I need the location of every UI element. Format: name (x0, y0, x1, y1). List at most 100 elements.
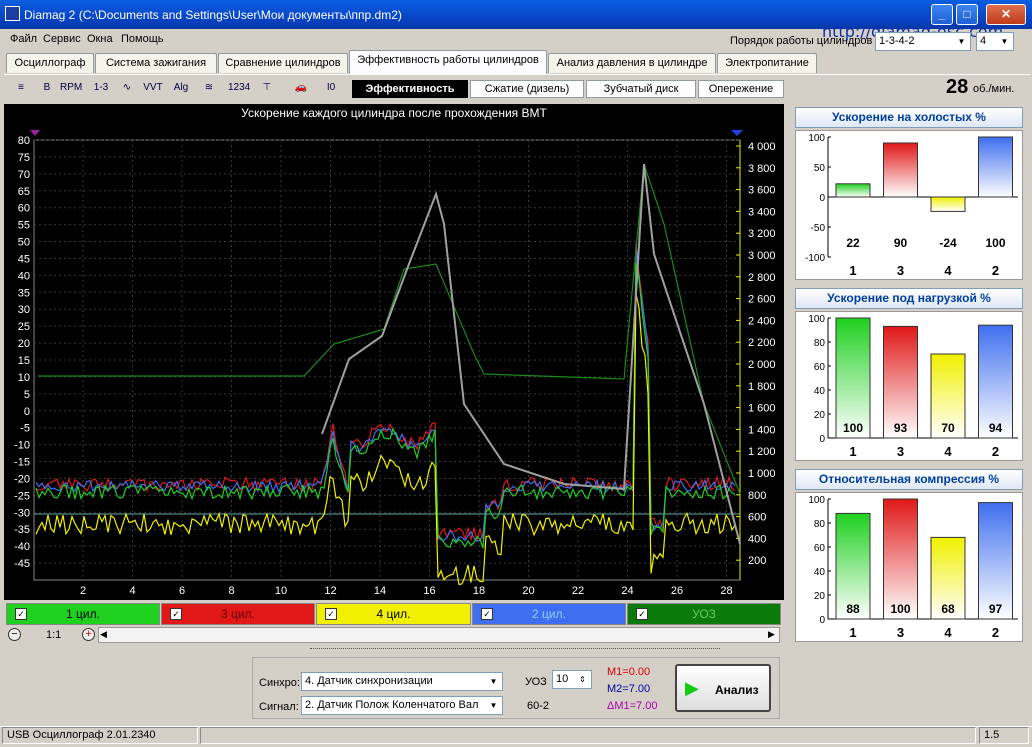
bar-cyl-1 (835, 317, 871, 439)
algorithm-tool-icon[interactable]: Alg (170, 78, 192, 98)
channel-1-toggle[interactable]: ✓ 1 цил. (6, 603, 160, 625)
right-tick-label: 1 600 (748, 403, 776, 415)
menu-file[interactable]: Файл (10, 33, 37, 45)
left-tick-label: -25 (14, 490, 30, 502)
firing-order-tool-icon[interactable]: 1-3 (90, 78, 112, 98)
subtab-advance[interactable]: Опережение (698, 80, 784, 98)
checkbox-icon[interactable]: ✓ (636, 608, 648, 620)
bar-y-tick: 60 (814, 362, 826, 373)
stepper-icon[interactable]: ⇕ (576, 673, 589, 686)
subtab-diesel-compression[interactable]: Сжатие (дизель) (470, 80, 584, 98)
cursor-tool-icon[interactable]: ≡ (10, 78, 32, 98)
window-title: Diamag 2 (C:\Documents and Settings\User… (24, 8, 402, 22)
tab-ignition[interactable]: Система зажигания (95, 53, 217, 73)
tab-cylinder-compare[interactable]: Сравнение цилиндров (218, 53, 348, 73)
channel-2-toggle[interactable]: ✓ 2 цил. (472, 603, 626, 625)
bar-value-label: 100 (985, 236, 1005, 250)
analyze-button[interactable]: ▶ Анализ (675, 664, 771, 712)
tab-oscilloscope[interactable]: Осциллограф (6, 53, 94, 73)
horizontal-scrollbar[interactable] (98, 627, 780, 643)
x-tick-label: 2 (80, 585, 86, 597)
right-tick-label: 2 600 (748, 294, 776, 306)
menu-help[interactable]: Помощь (121, 33, 164, 45)
right-tick-label: 3 000 (748, 250, 776, 262)
idle-accel-svg: 100 50 0 -50 -100 22 1 90 3 -24 4 100 2 (805, 133, 1018, 278)
right-tick-label: 1 000 (748, 468, 776, 480)
channel-label: 3 цил. (221, 607, 255, 621)
rpm-tool-icon[interactable]: RPM (60, 78, 82, 98)
right-tick-label: 2 200 (748, 337, 776, 349)
vvt-tool-icon[interactable]: VVT (142, 78, 164, 98)
zoom-out-icon[interactable]: − (8, 628, 21, 641)
bar-category-label: 3 (897, 444, 904, 459)
bar-y-tick: 0 (819, 193, 825, 204)
left-tick-label: 20 (18, 338, 30, 350)
subtab-gear-disk[interactable]: Зубчатый диск (586, 80, 696, 98)
menu-windows[interactable]: Окна (87, 33, 113, 45)
tab-power-supply[interactable]: Электропитание (717, 53, 817, 73)
bar-y-tick: -100 (805, 253, 825, 264)
signal-tool-icon[interactable]: I0 (320, 78, 342, 98)
channel-label: 4 цил. (376, 607, 411, 621)
left-tick-label: 5 (24, 389, 30, 401)
bar-value-label: 94 (989, 421, 1003, 435)
channel-3-toggle[interactable]: ✓ 3 цил. (161, 603, 315, 625)
subtab-efficiency[interactable]: Эффективность (352, 80, 468, 98)
splitter[interactable] (310, 648, 720, 653)
tab-cylinder-efficiency[interactable]: Эффективность работы цилиндров (349, 50, 547, 74)
uoz-stepper[interactable]: 10 ⇕ (552, 670, 592, 689)
channel-uoz-toggle[interactable]: ✓ УОЗ (627, 603, 781, 625)
left-tick-label: -45 (14, 558, 30, 570)
signal-select[interactable]: 2. Датчик Полож Коленчатого Вал ▼ (301, 696, 503, 715)
filter-tool-icon[interactable]: ⊤ (256, 78, 278, 98)
counter-tool-icon[interactable]: 1234 (228, 78, 250, 98)
sync-select[interactable]: 4. Датчик синхронизации ▼ (301, 672, 503, 691)
left-tick-label: 0 (24, 406, 30, 418)
right-tick-label: 200 (748, 555, 766, 567)
bar-category-label: 4 (944, 263, 952, 278)
right-tick-label: 400 (748, 533, 766, 545)
left-tick-label: -40 (14, 541, 30, 553)
checkbox-icon[interactable]: ✓ (15, 608, 27, 620)
right-tick-label: 800 (748, 490, 766, 502)
checkbox-icon[interactable]: ✓ (170, 608, 182, 620)
right-tick-label: 3 600 (748, 185, 776, 197)
chevron-down-icon: ▼ (489, 677, 498, 686)
bold-tool-icon[interactable]: B (36, 78, 58, 98)
bar-category-label: 1 (849, 625, 856, 640)
menu-service[interactable]: Сервис (43, 33, 81, 45)
bar-y-tick: -50 (811, 223, 826, 234)
checkbox-icon[interactable]: ✓ (325, 608, 337, 620)
bar-y-tick: 0 (819, 434, 825, 445)
delta-m1-value: ΔM1=7.00 (607, 700, 658, 712)
checkbox-icon[interactable]: ✓ (481, 608, 493, 620)
chevron-down-icon: ▼ (957, 37, 966, 46)
x-tick-label: 26 (671, 585, 683, 597)
firing-order-select[interactable]: 1-3-4-2 ▼ (875, 32, 971, 51)
left-tick-label: 65 (18, 186, 30, 198)
car-tool-icon[interactable]: 🚗 (290, 78, 312, 98)
channel-4-toggle[interactable]: ✓ 4 цил. (316, 603, 471, 625)
cylinder-tool-icon[interactable]: ≋ (198, 78, 220, 98)
bar-y-tick: 20 (814, 410, 826, 421)
tab-pressure-analysis[interactable]: Анализ давления в цилиндре (548, 53, 716, 73)
right-tick-label: 4 000 (748, 141, 776, 153)
x-tick-label: 28 (720, 585, 732, 597)
left-tick-label: 35 (18, 287, 30, 299)
status-version: 1.5 (979, 727, 1029, 744)
m2-value: M2=7.00 (607, 683, 651, 695)
oscilloscope-plot[interactable]: 80 75 70 65 60 55 50 45 40 35 30 25 20 15 10 5 0 -5 -10 -15… (4, 104, 784, 600)
bar-cyl-3 (883, 498, 918, 620)
left-tick-label: 30 (18, 304, 30, 316)
left-tick-label: 10 (18, 372, 30, 384)
scroll-left-icon[interactable]: ◀ (100, 629, 107, 640)
zoom-in-icon[interactable]: + (82, 628, 95, 641)
cylinder-count-select[interactable]: 4 ▼ (976, 32, 1014, 51)
chevron-down-icon: ▼ (487, 699, 500, 712)
bar-y-tick: 40 (814, 567, 826, 578)
bar-category-label: 2 (992, 263, 999, 278)
scroll-right-icon[interactable]: ▶ (768, 629, 775, 640)
bar-y-tick: 50 (814, 163, 826, 174)
wave-tool-icon[interactable]: ∿ (116, 78, 138, 98)
idle-accel-chart: 100 50 0 -50 -100 22 1 90 3 -24 4 100 2 (795, 130, 1023, 280)
